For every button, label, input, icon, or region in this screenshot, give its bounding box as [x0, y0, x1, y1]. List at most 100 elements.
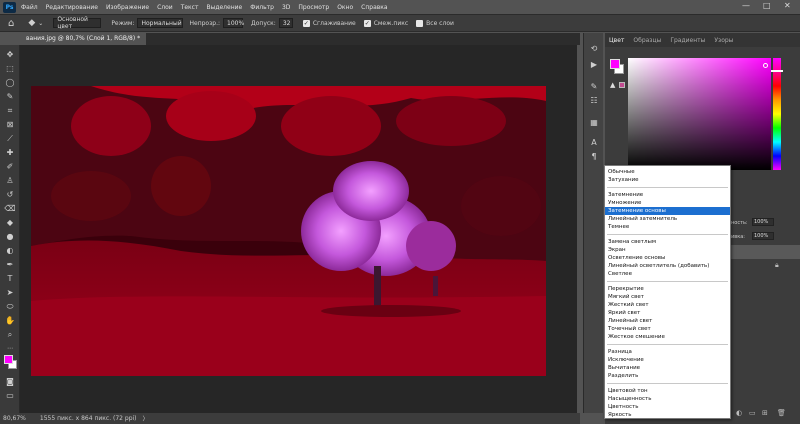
healing-brush-tool-icon[interactable]: ✚ — [4, 147, 16, 159]
adjustments-icon[interactable]: ☷ — [588, 95, 600, 107]
document-tab[interactable]: вания.jpg @ 80,7% (Слой 1, RGB/8) * — [20, 33, 147, 45]
group-icon[interactable]: ▭ — [749, 409, 756, 417]
hue-slider[interactable] — [773, 58, 781, 170]
mode-dropdown[interactable]: Нормальный — [137, 18, 184, 28]
tab-patterns[interactable]: Узоры — [714, 37, 733, 44]
blend-mode-item[interactable]: Яркость — [605, 411, 730, 419]
blend-mode-item[interactable]: Умножение — [605, 199, 730, 207]
path-select-tool-icon[interactable]: ➤ — [4, 287, 16, 299]
opacity-field[interactable]: 100% — [223, 18, 244, 28]
hue-slider-handle[interactable] — [771, 70, 783, 72]
frame-tool-icon[interactable]: ⊠ — [4, 119, 16, 131]
layer-row[interactable] — [728, 245, 800, 259]
layer-fill-field[interactable]: 100% — [752, 232, 774, 240]
quick-mask-icon[interactable]: ◙ — [4, 376, 16, 388]
blend-mode-item[interactable]: Исключение — [605, 356, 730, 364]
maximize-button[interactable]: □ — [763, 1, 771, 10]
foreground-color-swatch[interactable] — [4, 355, 13, 364]
history-brush-tool-icon[interactable]: ↺ — [4, 189, 16, 201]
blend-mode-item[interactable]: Темнее — [605, 223, 730, 231]
contiguous-checkbox[interactable]: ✓ — [363, 19, 371, 27]
tolerance-field[interactable]: 32 — [278, 18, 293, 28]
blend-mode-item[interactable]: Замена светлым — [605, 238, 730, 246]
home-icon[interactable]: ⌂ — [8, 18, 14, 29]
type-tool-icon[interactable]: T — [4, 273, 16, 285]
blend-mode-item[interactable]: Мягкий свет — [605, 293, 730, 301]
screen-mode-icon[interactable]: ▭ — [4, 390, 16, 402]
antialias-checkbox[interactable]: ✓ — [302, 19, 310, 27]
dodge-tool-icon[interactable]: ◐ — [4, 245, 16, 257]
pen-tool-icon[interactable]: ✒ — [4, 259, 16, 271]
tab-color[interactable]: Цвет — [609, 37, 624, 44]
blend-mode-item[interactable]: Экран — [605, 246, 730, 254]
tool-preset-chevron-icon[interactable]: ⌄ — [38, 20, 43, 27]
history-icon[interactable]: ⟲ — [588, 43, 600, 55]
menu-type[interactable]: Текст — [181, 4, 199, 11]
new-layer-icon[interactable]: ⊞ — [762, 409, 768, 417]
blend-mode-item[interactable]: Цветность — [605, 403, 730, 411]
saturation-brightness-field[interactable] — [628, 58, 771, 170]
tab-gradients[interactable]: Градиенты — [670, 37, 705, 44]
quick-select-tool-icon[interactable]: ✎ — [4, 91, 16, 103]
panel-foreground-swatch[interactable] — [610, 59, 620, 69]
play-actions-icon[interactable]: ▶ — [588, 59, 600, 71]
menu-3d[interactable]: 3D — [282, 4, 290, 11]
paint-bucket-tool-icon[interactable]: ◆ — [4, 217, 16, 229]
properties-icon[interactable]: ▦ — [588, 117, 600, 129]
document-image[interactable] — [31, 86, 546, 376]
minimize-button[interactable]: — — [742, 1, 750, 10]
menu-help[interactable]: Справка — [361, 4, 387, 11]
blend-mode-item[interactable]: Насыщенность — [605, 395, 730, 403]
menu-window[interactable]: Окно — [337, 4, 353, 11]
blend-mode-item[interactable]: Разница — [605, 348, 730, 356]
brush-tool-icon[interactable]: ✐ — [4, 161, 16, 173]
blend-mode-item[interactable]: Затухание — [605, 176, 730, 184]
blend-mode-item[interactable]: Перекрытие — [605, 285, 730, 293]
trash-icon[interactable]: 🗑︎ — [777, 409, 786, 417]
blend-mode-item[interactable]: Яркий свет — [605, 309, 730, 317]
paragraph-icon[interactable]: ¶ — [588, 151, 600, 163]
websafe-color-swatch[interactable] — [619, 82, 625, 88]
blend-mode-item[interactable]: Точечный свет — [605, 325, 730, 333]
blend-mode-item[interactable]: Жесткое смешение — [605, 333, 730, 341]
blur-tool-icon[interactable]: ● — [4, 231, 16, 243]
menu-image[interactable]: Изображение — [106, 4, 149, 11]
move-tool-icon[interactable]: ✥ — [4, 49, 16, 61]
clone-stamp-tool-icon[interactable]: ♙ — [4, 175, 16, 187]
zoom-level[interactable]: 80,67% — [3, 415, 26, 422]
paint-bucket-icon[interactable]: ◆ — [28, 18, 35, 28]
lasso-tool-icon[interactable]: ◯ — [4, 77, 16, 89]
menu-file[interactable]: Файл — [21, 4, 38, 11]
hand-tool-icon[interactable]: ✋ — [4, 315, 16, 327]
brush-settings-icon[interactable]: ✎ — [588, 81, 600, 93]
blend-mode-item[interactable]: Затемнение — [605, 191, 730, 199]
layer-opacity-field[interactable]: 100% — [752, 218, 774, 226]
menu-edit[interactable]: Редактирование — [46, 4, 98, 11]
blend-mode-item[interactable]: Вычитание — [605, 364, 730, 372]
menu-filter[interactable]: Фильтр — [250, 4, 274, 11]
close-button[interactable]: ✕ — [784, 1, 791, 10]
fill-source-dropdown[interactable]: Основной цвет — [53, 16, 102, 30]
eraser-tool-icon[interactable]: ⌫ — [4, 203, 16, 215]
blend-mode-item[interactable]: Линейный осветлитель (добавить) — [605, 262, 730, 270]
adjustment-layer-icon[interactable]: ◐ — [736, 409, 742, 417]
blend-mode-item[interactable]: Линейный затемнитель — [605, 215, 730, 223]
character-icon[interactable]: A — [588, 137, 600, 149]
blend-mode-item[interactable]: Линейный свет — [605, 317, 730, 325]
ellipse-tool-icon[interactable]: ⬭ — [4, 301, 16, 313]
out-of-gamut-warning-icon[interactable]: ▲ — [610, 81, 618, 89]
crop-tool-icon[interactable]: ⌗ — [4, 105, 16, 117]
blend-mode-item[interactable]: Цветовой тон — [605, 387, 730, 395]
blend-mode-item[interactable]: Жесткий свет — [605, 301, 730, 309]
menu-view[interactable]: Просмотр — [298, 4, 329, 11]
eyedropper-tool-icon[interactable]: ⟋ — [4, 133, 16, 145]
more-tools-icon[interactable]: ⋯ — [4, 343, 16, 355]
zoom-tool-icon[interactable]: ⌕ — [4, 329, 16, 341]
menu-select[interactable]: Выделение — [206, 4, 242, 11]
color-picker-marker[interactable] — [763, 63, 768, 68]
blend-mode-item[interactable]: Осветление основы — [605, 254, 730, 262]
menu-layers[interactable]: Слои — [157, 4, 173, 11]
blend-mode-item[interactable]: Обычные — [605, 168, 730, 176]
status-menu-chevron-icon[interactable]: 〉 — [143, 414, 149, 423]
blend-mode-item[interactable]: Разделить — [605, 372, 730, 380]
